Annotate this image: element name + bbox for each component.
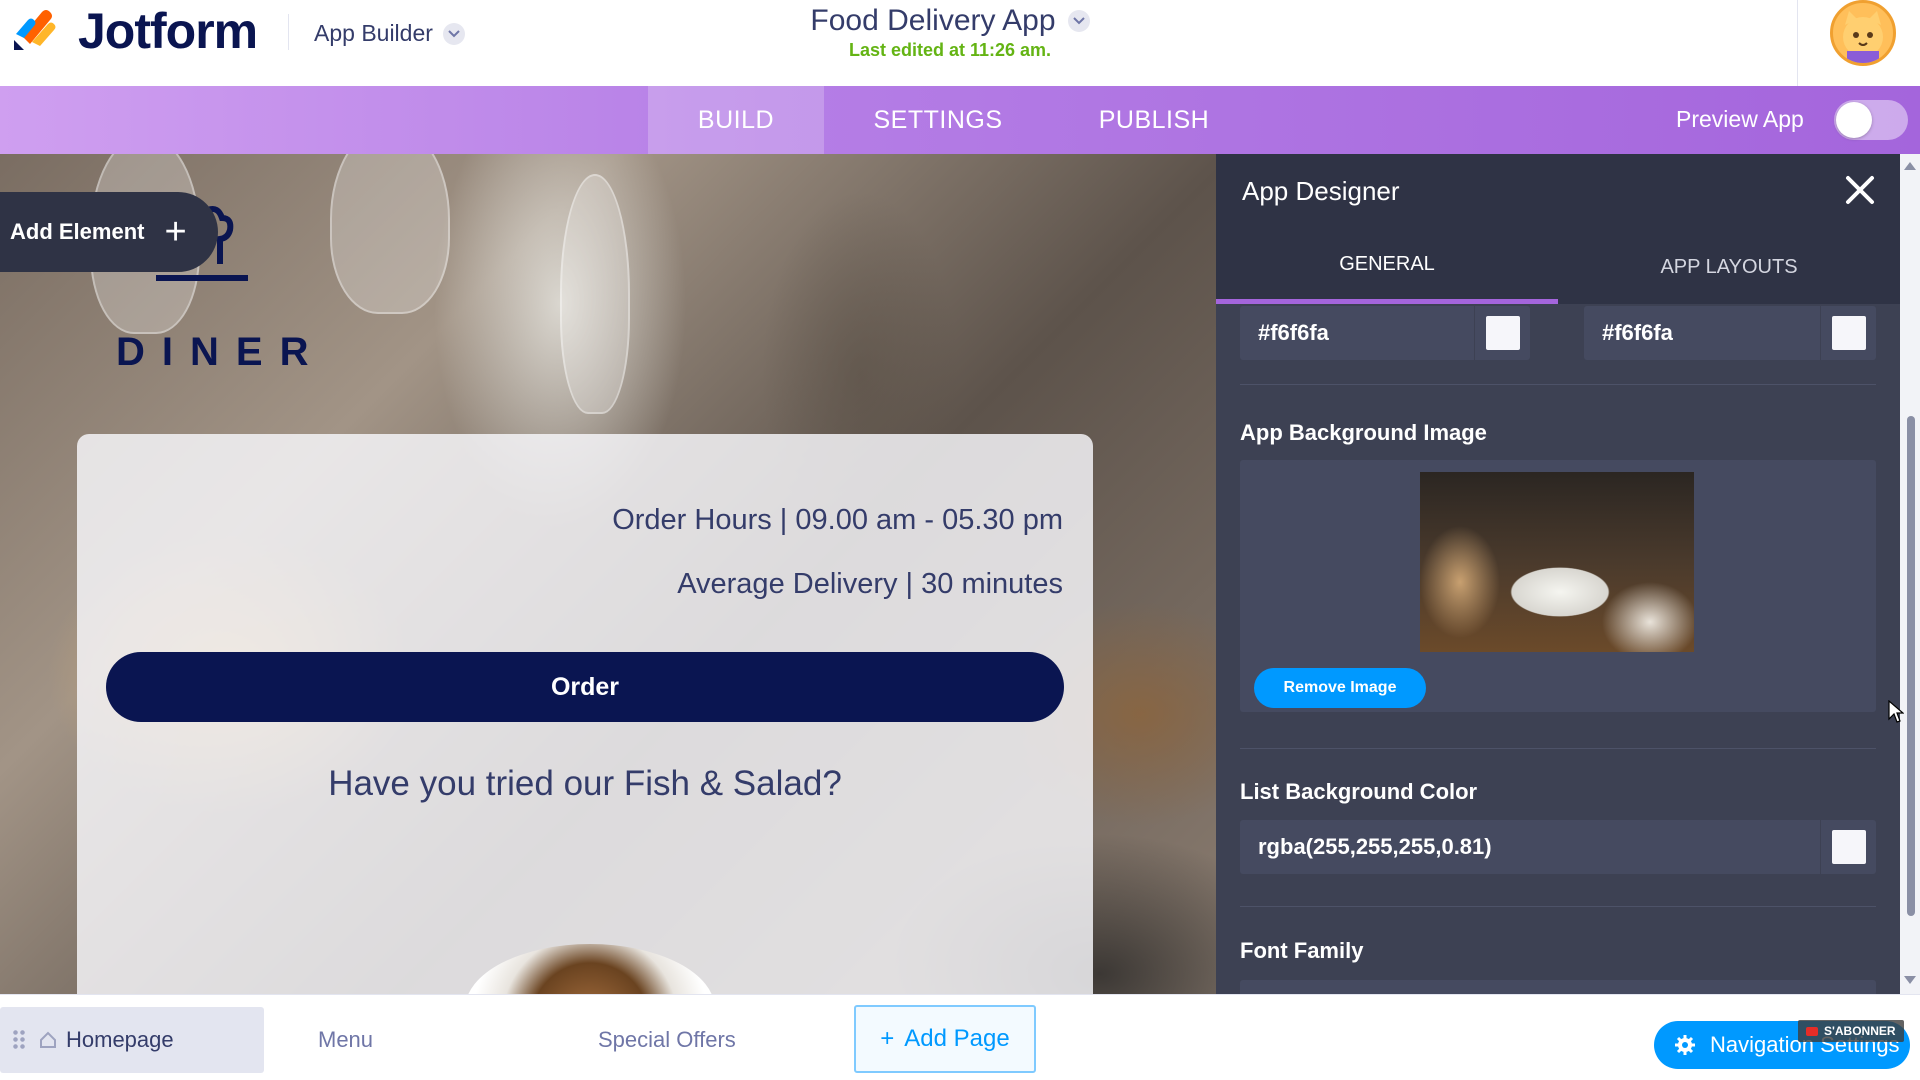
tab-build-label: BUILD (697, 105, 775, 134)
page-tab-special-offers[interactable]: Special Offers (598, 1007, 736, 1073)
add-element-button[interactable]: Add Element + (0, 192, 218, 272)
app-designer-panel: App Designer GENERAL APP LAYOUTS #f6f6fa… (1216, 154, 1900, 994)
preview-app-label: Preview App (1676, 106, 1804, 132)
app-title: Food Delivery App (810, 4, 1056, 37)
mouse-cursor-icon (1888, 700, 1904, 723)
main-nav-bar: BUILD SETTINGS PUBLISH Preview App (0, 86, 1920, 154)
color-value-left: #f6f6fa (1258, 320, 1329, 345)
diner-logo-text: DINER (116, 330, 326, 374)
add-element-label: Add Element (10, 219, 145, 244)
app-preview-canvas: DINER Add Element + Order Hours | 09.00 … (0, 154, 1216, 994)
page-tab-menu[interactable]: Menu (318, 1007, 373, 1073)
add-page-button[interactable]: + Add Page (854, 1005, 1036, 1073)
background-image-box: Remove Image (1240, 460, 1876, 712)
color-input-right[interactable]: #f6f6fa (1584, 306, 1876, 360)
remove-image-button[interactable]: Remove Image (1254, 668, 1426, 708)
color-swatch-button[interactable] (1820, 820, 1876, 874)
tab-general-label: GENERAL (1339, 253, 1435, 275)
color-swatch (1485, 316, 1520, 350)
tab-publish-label: PUBLISH (1098, 105, 1210, 134)
page-tab-homepage[interactable]: Homepage (0, 1007, 264, 1073)
page-tab-homepage-label: Homepage (66, 1027, 174, 1052)
color-swatch (1831, 830, 1866, 864)
section-divider (1240, 748, 1876, 749)
close-icon[interactable] (1840, 170, 1880, 210)
add-page-label: Add Page (904, 1025, 1010, 1052)
order-button[interactable]: Order (106, 652, 1064, 722)
content-card: Order Hours | 09.00 am - 05.30 pm Averag… (77, 434, 1093, 994)
subscribe-label: S'ABONNER (1824, 1024, 1896, 1038)
page-tab-special-offers-label: Special Offers (598, 1027, 736, 1052)
last-edited-status: Last edited at 11:26 am. (848, 40, 1052, 60)
tab-settings-label: SETTINGS (873, 105, 1003, 134)
app-title-dropdown[interactable]: Food Delivery App (810, 4, 1090, 38)
tab-app-layouts-label: APP LAYOUTS (1660, 255, 1798, 278)
plus-icon: + (880, 1025, 895, 1052)
designer-tabs: GENERAL APP LAYOUTS (1216, 230, 1900, 304)
page-tab-menu-label: Menu (318, 1027, 374, 1052)
background-image-thumbnail[interactable] (1420, 472, 1694, 652)
promo-heading[interactable]: Have you tried our Fish & Salad? (77, 764, 1093, 804)
user-avatar[interactable] (1830, 0, 1896, 66)
youtube-icon (1806, 1026, 1818, 1036)
cat-avatar-icon (1843, 11, 1883, 63)
food-image[interactable] (465, 944, 715, 994)
tab-general[interactable]: GENERAL (1216, 230, 1558, 304)
plus-icon: + (164, 211, 187, 253)
color-input-left[interactable]: #f6f6fa (1240, 306, 1530, 360)
background-glass-image (330, 154, 450, 314)
list-background-color-input[interactable]: rgba(255,255,255,0.81) (1240, 820, 1876, 874)
avatar-divider (1797, 0, 1798, 86)
section-divider (1240, 384, 1876, 385)
tab-app-layouts[interactable]: APP LAYOUTS (1558, 230, 1900, 304)
list-background-color-value: rgba(255,255,255,0.81) (1258, 834, 1492, 859)
color-value-right: #f6f6fa (1602, 320, 1673, 345)
color-swatch-button[interactable] (1820, 306, 1876, 360)
tab-publish[interactable]: PUBLISH (1052, 86, 1256, 154)
subscribe-overlay-badge[interactable]: S'ABONNER (1798, 1020, 1904, 1042)
font-family-select[interactable] (1240, 980, 1876, 994)
color-swatch (1831, 316, 1866, 350)
gear-icon (1675, 1035, 1695, 1055)
average-delivery-text[interactable]: Average Delivery | 30 minutes (677, 568, 1063, 601)
scroll-up-arrow-icon[interactable] (1904, 162, 1916, 170)
font-family-label: Font Family (1240, 938, 1364, 963)
section-divider (1240, 906, 1876, 907)
preview-app-toggle[interactable] (1834, 100, 1908, 140)
order-hours-text[interactable]: Order Hours | 09.00 am - 05.30 pm (612, 504, 1063, 537)
home-icon (40, 1031, 56, 1048)
scrollbar-thumb[interactable] (1907, 416, 1915, 916)
background-glass-image (560, 174, 630, 414)
panel-header: App Designer (1216, 154, 1900, 230)
app-background-image-label: App Background Image (1240, 420, 1487, 445)
pages-bar: Homepage Menu Special Offers + Add Page … (0, 994, 1920, 1080)
tab-build[interactable]: BUILD (648, 86, 824, 154)
color-swatch-button[interactable] (1474, 306, 1530, 360)
drag-handle-icon[interactable] (12, 1029, 26, 1051)
tab-settings[interactable]: SETTINGS (840, 86, 1036, 154)
toggle-knob (1836, 102, 1872, 138)
app-title-block: Food Delivery App Last edited at 11:26 a… (0, 0, 1900, 61)
panel-title: App Designer (1242, 176, 1400, 206)
chevron-down-icon (1067, 10, 1090, 32)
scroll-down-arrow-icon[interactable] (1904, 976, 1916, 984)
top-header: Jotform App Builder Food Delivery App La… (0, 0, 1920, 86)
list-background-color-label: List Background Color (1240, 779, 1478, 804)
